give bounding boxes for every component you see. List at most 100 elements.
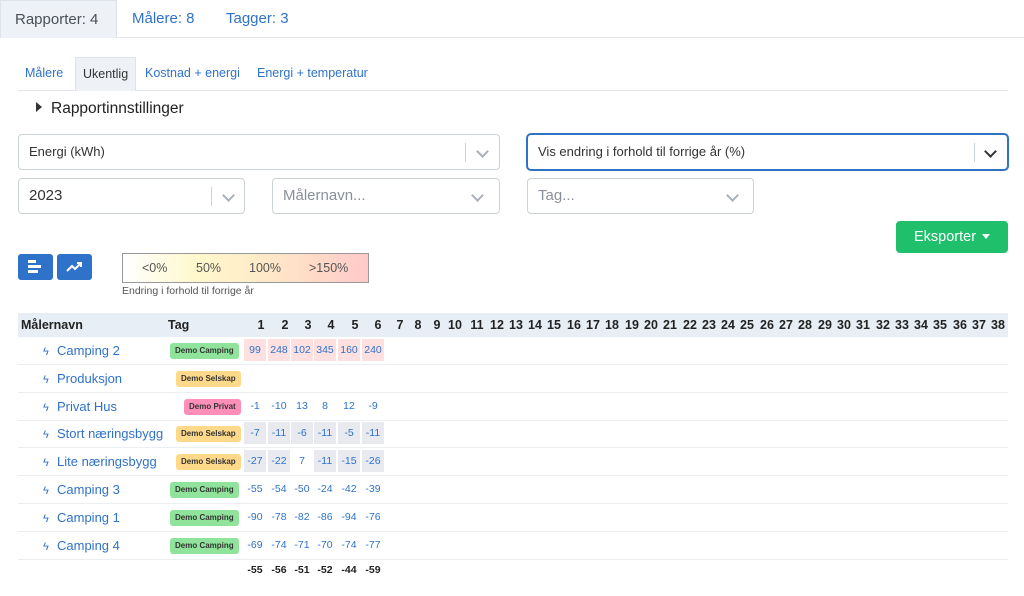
tag-badge[interactable]: Demo Selskap <box>176 426 241 442</box>
week-header: 10 <box>448 318 462 332</box>
week-header: 33 <box>895 318 909 332</box>
horizontal-bars-icon <box>28 260 41 273</box>
value-cell: -90 <box>247 511 263 523</box>
tag-badge[interactable]: Demo Camping <box>170 482 239 498</box>
subtab-energy-temperature[interactable]: Energi + temperatur <box>250 57 375 91</box>
week-header: 3 <box>304 318 312 332</box>
value-cell: -71 <box>294 539 310 551</box>
row-divider <box>18 420 1008 421</box>
value-cell: -6 <box>291 422 313 444</box>
tag-badge[interactable]: Demo Privat <box>184 399 241 415</box>
value-cell: -5 <box>338 422 360 444</box>
week-header: 5 <box>351 318 359 332</box>
meter-name-link[interactable]: ϟ Privat Hus <box>43 399 117 414</box>
subtab-weekly[interactable]: Ukentlig <box>75 57 137 91</box>
week-header: 27 <box>779 318 793 332</box>
tag-badge[interactable]: Demo Camping <box>170 538 239 554</box>
value-cell: -24 <box>317 483 333 495</box>
tab-tags[interactable]: Tagger: 3 <box>212 0 303 38</box>
tab-meters[interactable]: Målere: 8 <box>118 0 209 38</box>
bolt-icon: ϟ <box>43 485 49 497</box>
week-header: 8 <box>414 318 422 332</box>
caret-right-icon <box>36 102 42 112</box>
week-header: 31 <box>856 318 870 332</box>
meter-name-link[interactable]: ϟ Camping 1 <box>43 510 120 525</box>
week-header: 16 <box>567 318 581 332</box>
comparison-select-value: Vis endring i forhold til forrige år (%) <box>538 144 746 159</box>
value-cell: -78 <box>271 511 287 523</box>
legend-note: Endring i forhold til forrige år <box>122 285 254 297</box>
value-cell: -69 <box>247 539 263 551</box>
value-cell: -76 <box>365 511 381 523</box>
chevron-down-icon <box>984 145 997 158</box>
meter-name-link[interactable]: ϟ Lite næringsbygg <box>43 454 157 469</box>
chevron-down-icon <box>471 189 484 202</box>
report-settings-label: Rapportinnstillinger <box>51 100 184 117</box>
legend-label: 50% <box>196 261 222 275</box>
metric-select[interactable]: Energi (kWh) <box>18 134 500 170</box>
export-button[interactable]: Eksporter <box>896 221 1008 253</box>
value-cell: 240 <box>362 339 384 361</box>
week-header: 21 <box>663 318 677 332</box>
chevron-down-icon <box>222 189 235 202</box>
tag-badge[interactable]: Demo Camping <box>170 510 239 526</box>
week-header: 11 <box>470 318 484 332</box>
subtab-meters[interactable]: Målere <box>18 57 70 91</box>
total-cell: -55 <box>247 564 263 576</box>
value-cell: -82 <box>294 511 310 523</box>
tag-badge[interactable]: Demo Selskap <box>176 454 241 470</box>
week-header: 24 <box>721 318 735 332</box>
color-scale-legend: <0% 50% 100% >150% <box>122 253 369 283</box>
meter-name-link[interactable]: ϟ Camping 4 <box>43 538 120 553</box>
year-select[interactable]: 2023 <box>18 178 245 214</box>
meter-name-link[interactable]: ϟ Produksjon <box>43 371 122 386</box>
select-separator <box>211 187 212 206</box>
legend-label: <0% <box>142 261 168 275</box>
subtab-cost-energy[interactable]: Kostnad + energi <box>138 57 247 91</box>
value-cell: -50 <box>294 483 310 495</box>
tag-badge[interactable]: Demo Camping <box>170 343 239 359</box>
row-divider <box>18 559 1008 560</box>
trend-view-button[interactable] <box>57 254 92 280</box>
tag-badge[interactable]: Demo Selskap <box>176 371 241 387</box>
value-cell: -94 <box>341 511 357 523</box>
value-cell: 160 <box>338 339 360 361</box>
value-cell: -26 <box>362 450 384 472</box>
week-header: 4 <box>327 318 335 332</box>
value-cell: -70 <box>317 539 333 551</box>
legend-label: 100% <box>249 261 281 275</box>
bar-view-button[interactable] <box>18 254 53 280</box>
week-header: 35 <box>933 318 947 332</box>
comparison-select[interactable]: Vis endring i forhold til forrige år (%) <box>527 134 1008 170</box>
week-header: 23 <box>702 318 716 332</box>
week-header: 26 <box>760 318 774 332</box>
row-divider <box>18 392 1008 393</box>
column-header-name[interactable]: Målernavn <box>21 313 83 337</box>
value-cell: -55 <box>247 483 263 495</box>
meter-name-label: Lite næringsbygg <box>57 454 157 469</box>
tag-select[interactable]: Tag... <box>527 178 754 214</box>
column-header-tag[interactable]: Tag <box>168 313 189 337</box>
week-header: 20 <box>644 318 658 332</box>
value-cell: -74 <box>341 539 357 551</box>
week-header: 18 <box>605 318 619 332</box>
week-header: 12 <box>490 318 504 332</box>
week-header: 7 <box>396 318 404 332</box>
tab-reports[interactable]: Rapporter: 4 <box>0 0 117 38</box>
meter-name-select[interactable]: Målernavn... <box>272 178 500 214</box>
meter-name-link[interactable]: ϟ Camping 2 <box>43 343 120 358</box>
week-header: 36 <box>953 318 967 332</box>
week-header: 22 <box>683 318 697 332</box>
bolt-icon: ϟ <box>43 374 49 386</box>
row-divider <box>18 503 1008 504</box>
week-header: 9 <box>433 318 441 332</box>
week-header: 19 <box>625 318 639 332</box>
week-header: 14 <box>528 318 542 332</box>
total-cell: -51 <box>294 564 310 576</box>
meter-name-link[interactable]: ϟ Camping 3 <box>43 482 120 497</box>
meter-name-link[interactable]: ϟ Stort næringsbygg <box>43 426 163 441</box>
bolt-icon: ϟ <box>43 429 49 441</box>
report-settings-toggle[interactable]: Rapportinnstillinger <box>36 100 184 118</box>
value-cell: 99 <box>244 339 266 361</box>
metric-select-value: Energi (kWh) <box>29 144 105 159</box>
